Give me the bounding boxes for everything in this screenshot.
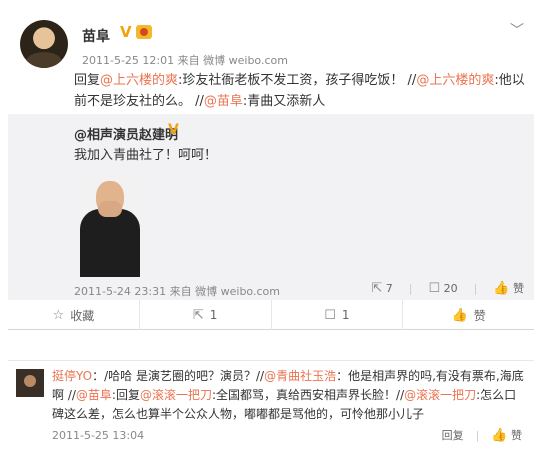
text-segment: ：/哈哈 是演艺圈的吧？演员？// [92,369,265,383]
quoted-comment-count: 20 [443,281,458,295]
quoted-like-button[interactable]: 👍 赞 [493,280,524,296]
post-source: 来自 微博 weibo.com [177,54,288,67]
medal-icon [136,25,152,39]
comment-text: 挺停YO：/哈哈 是演艺圈的吧？演员？//@青曲社玉浩：他是相声界的吗,有没有票… [52,367,524,424]
mention-link[interactable]: @上六楼的爽 [416,73,494,88]
comment-icon: ☐ [324,307,336,323]
mention-link[interactable]: @上六楼的爽 [100,73,178,88]
comment-reply-button[interactable]: 回复 [442,427,464,443]
repost-button[interactable]: ⇱ 1 [140,300,272,330]
comment-item: 挺停YO：/哈哈 是演艺圈的吧？演员？//@青曲社玉浩：他是相声界的吗,有没有票… [8,360,534,448]
weibo-post-card: 苗阜 V ﹀ 2011-5-25 12:01 来自 微博 weibo.com 回… [8,8,534,330]
like-button[interactable]: 👍 赞 [403,300,534,330]
comment-icon: ☐ [428,280,441,296]
quoted-photo[interactable] [74,169,146,277]
quoted-stats: ⇱ 7 | ☐ 20 | 👍 赞 [371,280,524,297]
quoted-text: 我加入青曲社了！呵呵！ [74,148,218,163]
text-segment: :全国都骂，真给西安相声界长脸！// [211,388,405,402]
quoted-like-label: 赞 [513,282,524,295]
thumbs-up-icon: 👍 [493,281,510,296]
thumbs-up-icon: 👍 [491,428,508,443]
quoted-author[interactable]: @相声演员赵建明 [74,124,178,143]
text-segment: :回复 [111,388,140,402]
favorite-button[interactable]: ☆ 收藏 [8,300,140,330]
quoted-repost-button[interactable]: ⇱ 7 [371,281,392,296]
star-icon: ☆ [52,307,65,323]
post-text: 回复@上六楼的爽:珍友社衙老板不发工资，孩子得吃饭！ //@上六楼的爽:他以前不… [74,70,526,112]
post-actions: ☆ 收藏 ⇱ 1 ☐ 1 👍 赞 [8,300,534,330]
quoted-meta: 2011-5-24 23:31 来自 微博 weibo.com [74,283,280,299]
quoted-repost-count: 7 [385,281,393,295]
comment-time: 2011-5-25 13:04 [52,429,145,442]
comment-actions: 回复 | 👍 赞 [441,427,522,443]
quoted-post: @相声演员赵建明 V 我加入青曲社了！呵呵！ 2011-5-24 23:31 来… [8,114,534,300]
comment-button[interactable]: ☐ 1 [272,300,404,330]
mention-link[interactable]: 挺停YO [52,369,92,383]
quoted-comment-button[interactable]: ☐ 20 [428,281,457,296]
text-segment: 回复 [74,73,101,88]
quoted-source: 来自 微博 weibo.com [169,285,280,298]
repost-icon: ⇱ [192,307,204,323]
quoted-time[interactable]: 2011-5-24 23:31 [74,285,166,298]
verified-icon: V [120,23,132,41]
text-segment: :珍友社衙老板不发工资，孩子得吃饭！ // [178,73,417,88]
thumbs-up-icon: 👍 [451,307,468,323]
post-time[interactable]: 2011-5-25 12:01 [82,54,174,67]
mention-link[interactable]: @滚滚一把刀 [404,388,476,402]
mention-link[interactable]: @青曲社玉浩 [264,369,336,383]
repost-icon: ⇱ [371,280,383,296]
mention-link[interactable]: @苗阜 [76,388,112,402]
mention-link[interactable]: @苗阜 [204,94,243,109]
commenter-avatar[interactable] [16,369,44,397]
comment-like-button[interactable]: 👍 赞 [491,427,522,443]
chevron-down-icon[interactable]: ﹀ [510,20,524,40]
verified-icon: V [168,122,179,138]
text-segment: :青曲又添新人 [242,94,326,109]
mention-link[interactable]: @滚滚一把刀 [140,388,212,402]
author-name[interactable]: 苗阜 [82,26,110,46]
author-avatar[interactable] [20,20,68,68]
post-meta: 2011-5-25 12:01 来自 微博 weibo.com [82,52,288,68]
